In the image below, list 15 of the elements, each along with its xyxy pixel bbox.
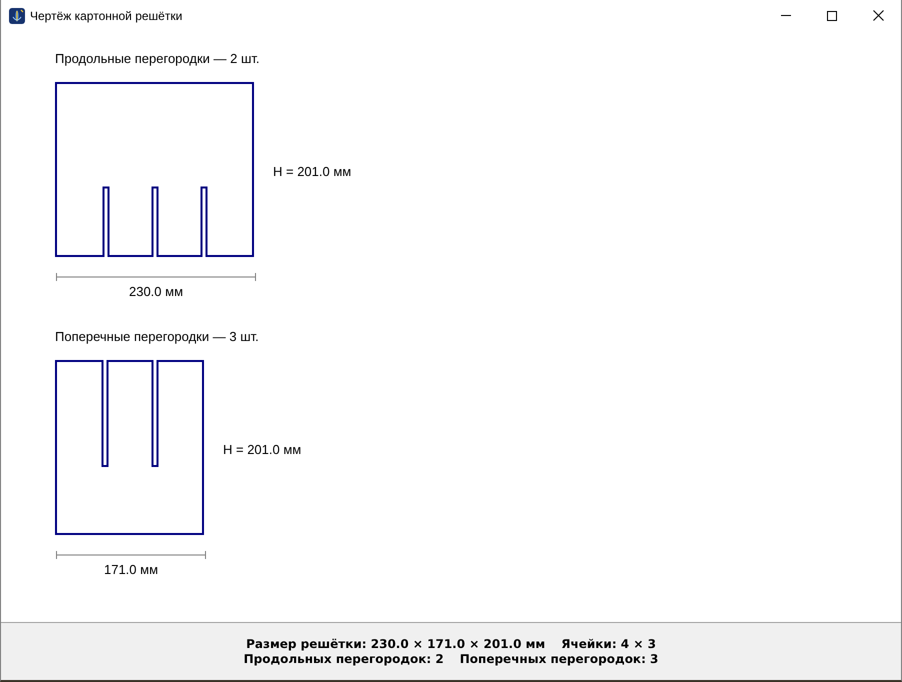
- app-icon: [9, 8, 25, 24]
- height-label: H = 201.0 мм: [223, 442, 302, 458]
- section-caption: Поперечные перегородки — 3 шт.: [55, 329, 259, 345]
- minimize-icon: [781, 15, 791, 16]
- maximize-icon: [827, 10, 837, 20]
- status-text: Продольных перегородок: 2: [244, 652, 444, 666]
- width-label: 171.0 мм: [104, 562, 158, 578]
- status-text: Размер решётки: 230.0 × 171.0 × 201.0 мм: [246, 636, 546, 652]
- window-title: Чертёж картонной решётки: [30, 8, 182, 24]
- close-icon: [872, 10, 884, 21]
- height-label: H = 201.0 мм: [273, 164, 352, 180]
- section-caption: Продольные перегородки — 2 шт.: [55, 51, 260, 67]
- width-label: 230.0 мм: [128, 284, 184, 300]
- status-text: Ячейки: 4 × 3: [561, 636, 656, 652]
- status-text: Поперечных перегородок: 3: [460, 652, 658, 666]
